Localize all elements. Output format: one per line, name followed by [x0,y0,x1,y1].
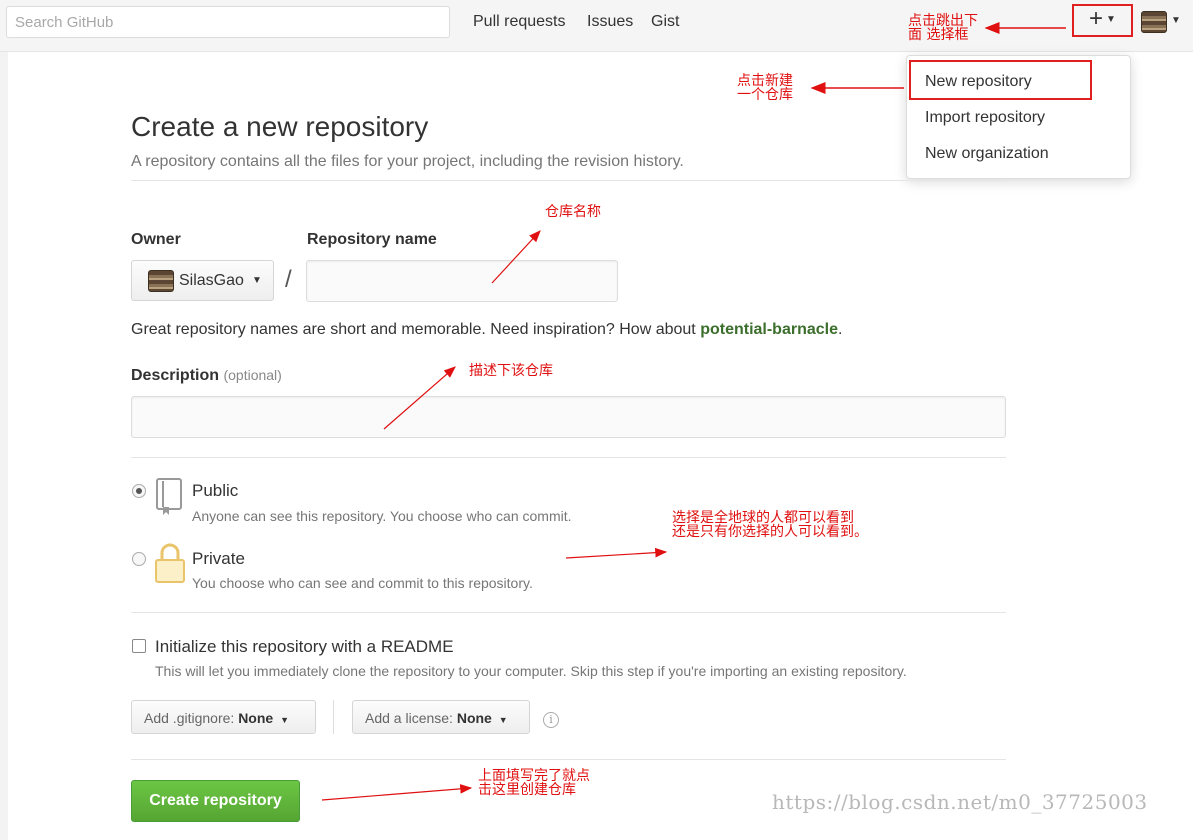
arrow [383,366,456,430]
arrow [321,784,473,801]
arrow [491,230,541,284]
watermark: https://blog.csdn.net/m0_37725003 [772,790,1148,814]
arrow [565,547,668,559]
annotation-arrows [321,22,1066,801]
